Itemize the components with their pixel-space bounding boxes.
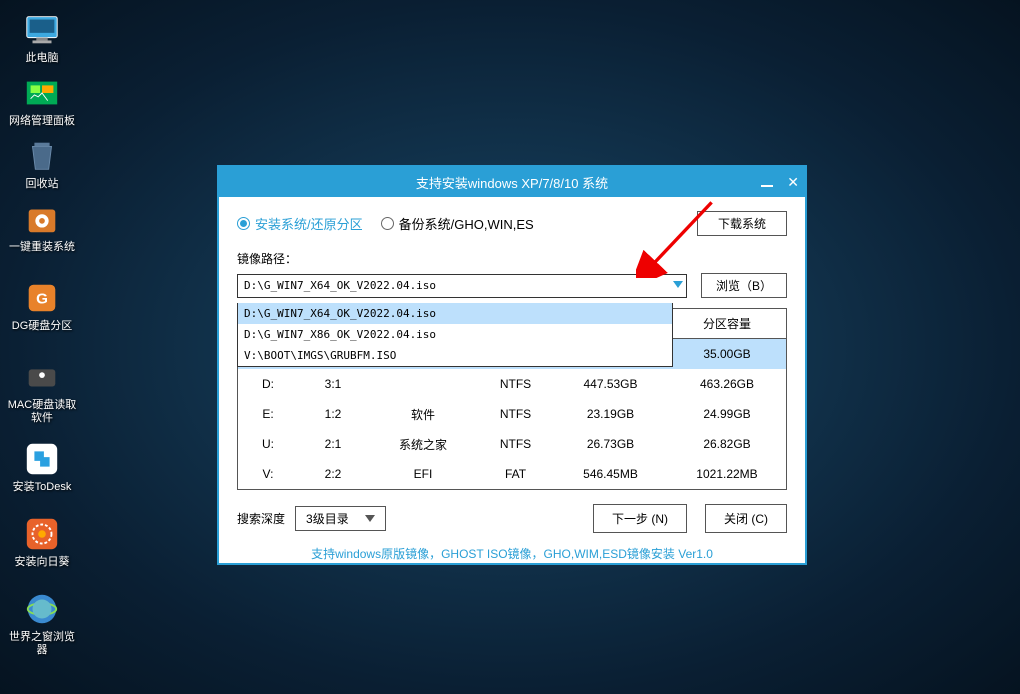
icon-label: 网络管理面板	[6, 115, 78, 128]
desktop-icon-recycle-bin[interactable]: 回收站	[6, 136, 78, 191]
icon-label: 世界之窗浏览器	[6, 631, 78, 657]
icon-label: 回收站	[6, 178, 78, 191]
table-cell: FAT	[478, 467, 553, 481]
icon-label: 此电脑	[6, 52, 78, 65]
search-depth-label: 搜索深度	[237, 510, 285, 527]
table-row[interactable]: D:3:1 NTFS447.53GB463.26GB	[238, 369, 786, 399]
globe-icon	[22, 589, 62, 629]
desktop-icon-sunflower[interactable]: 安装向日葵	[6, 514, 78, 569]
todesk-icon	[22, 439, 62, 479]
table-cell: NTFS	[478, 407, 553, 421]
table-cell: 447.53GB	[553, 377, 668, 391]
minimize-button[interactable]	[761, 174, 773, 190]
image-path-dropdown: D:\G_WIN7_X64_OK_V2022.04.iso D:\G_WIN7_…	[237, 303, 673, 367]
close-action-button[interactable]: 关闭 (C)	[705, 504, 787, 533]
window-title: 支持安装windows XP/7/8/10 系统	[416, 173, 608, 192]
table-cell: V:	[238, 467, 298, 481]
table-cell: NTFS	[478, 377, 553, 391]
table-cell: 35.00GB	[668, 347, 786, 361]
trash-icon	[22, 136, 62, 176]
col-capacity: 分区容量	[668, 315, 786, 332]
monitor-icon	[22, 10, 62, 50]
image-path-combo[interactable]	[237, 274, 687, 298]
table-cell: 26.73GB	[553, 437, 668, 451]
table-cell: 1:2	[298, 407, 368, 421]
chevron-down-icon	[365, 515, 375, 522]
table-cell: NTFS	[478, 437, 553, 451]
table-cell: 系统之家	[368, 436, 478, 453]
network-icon	[22, 73, 62, 113]
table-cell: 1021.22MB	[668, 467, 786, 481]
dropdown-option[interactable]: D:\G_WIN7_X86_OK_V2022.04.iso	[238, 324, 672, 345]
desktop-icon-browser[interactable]: 世界之窗浏览器	[6, 589, 78, 657]
radio-install-restore[interactable]: 安装系统/还原分区	[237, 214, 363, 233]
annotation-arrow	[636, 194, 720, 278]
table-cell: 3:1	[298, 377, 368, 391]
drive-icon	[22, 357, 62, 397]
table-cell: 2:2	[298, 467, 368, 481]
dropdown-option[interactable]: V:\BOOT\IMGS\GRUBFM.ISO	[238, 345, 672, 366]
table-cell: D:	[238, 377, 298, 391]
radio-dot-icon	[381, 217, 394, 230]
sunflower-icon	[22, 514, 62, 554]
icon-label: 一键重装系统	[6, 241, 78, 254]
table-cell: EFI	[368, 467, 478, 481]
desktop-icon-network-panel[interactable]: 网络管理面板	[6, 73, 78, 128]
icon-label: 安装向日葵	[6, 556, 78, 569]
search-depth-select[interactable]: 3级目录	[295, 506, 386, 531]
footer-text: 支持windows原版镜像，GHOST ISO镜像，GHO,WIM,ESD镜像安…	[237, 533, 787, 570]
close-button[interactable]: ✕	[787, 174, 799, 191]
icon-label: MAC硬盘读取软件	[6, 399, 78, 425]
radio-dot-icon	[237, 217, 250, 230]
table-row[interactable]: U:2:1系统之家NTFS26.73GB26.82GB	[238, 429, 786, 459]
desktop-icon-this-pc[interactable]: 此电脑	[6, 10, 78, 65]
depth-value: 3级目录	[306, 510, 349, 527]
radio-label: 备份系统/GHO,WIN,ES	[399, 214, 534, 233]
table-cell: 软件	[368, 406, 478, 423]
dropdown-option[interactable]: D:\G_WIN7_X64_OK_V2022.04.iso	[238, 303, 672, 324]
table-cell: U:	[238, 437, 298, 451]
gear-box-icon	[22, 199, 62, 239]
desktop: 此电脑 网络管理面板 回收站 一键重装系统 G DG硬盘分区 MAC硬盘读取软件…	[0, 0, 160, 663]
desktop-icon-mac-disk[interactable]: MAC硬盘读取软件	[6, 357, 78, 425]
desktop-icon-todesk[interactable]: 安装ToDesk	[6, 439, 78, 494]
next-button[interactable]: 下一步 (N)	[593, 504, 687, 533]
table-cell: 546.45MB	[553, 467, 668, 481]
svg-text:G: G	[36, 291, 48, 308]
icon-label: 安装ToDesk	[6, 481, 78, 494]
table-cell: E:	[238, 407, 298, 421]
image-path-input[interactable]	[237, 274, 687, 298]
disk-icon: G	[22, 278, 62, 318]
table-row[interactable]: V:2:2EFIFAT546.45MB1021.22MB	[238, 459, 786, 489]
radio-label: 安装系统/还原分区	[255, 214, 363, 233]
icon-label: DG硬盘分区	[6, 320, 78, 333]
table-row[interactable]: E:1:2软件NTFS23.19GB24.99GB	[238, 399, 786, 429]
table-cell: 23.19GB	[553, 407, 668, 421]
desktop-icon-reinstall[interactable]: 一键重装系统	[6, 199, 78, 254]
table-cell: 26.82GB	[668, 437, 786, 451]
table-cell: 24.99GB	[668, 407, 786, 421]
chevron-down-icon[interactable]	[673, 281, 683, 288]
table-cell: 463.26GB	[668, 377, 786, 391]
titlebar[interactable]: 支持安装windows XP/7/8/10 系统 ✕	[219, 167, 805, 197]
desktop-icon-dg-partition[interactable]: G DG硬盘分区	[6, 278, 78, 333]
table-cell: 2:1	[298, 437, 368, 451]
radio-backup[interactable]: 备份系统/GHO,WIN,ES	[381, 214, 534, 233]
